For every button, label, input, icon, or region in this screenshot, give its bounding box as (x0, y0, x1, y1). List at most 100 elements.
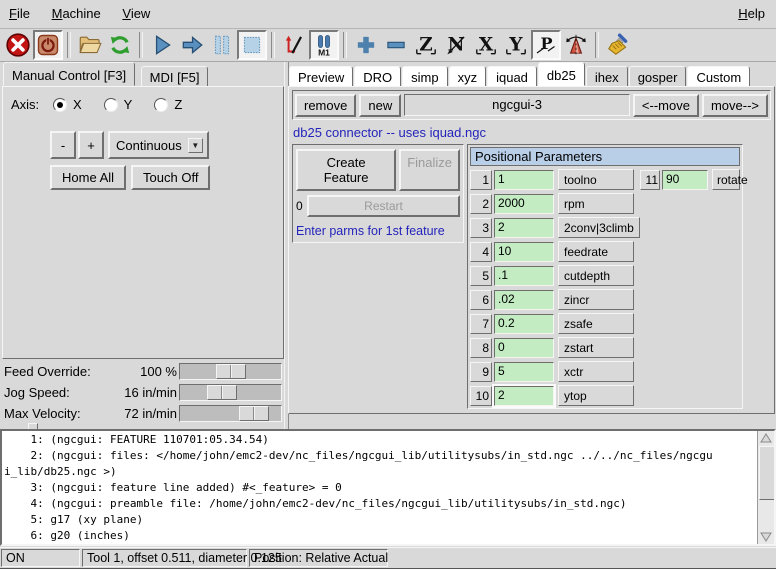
zoom-in-icon (353, 32, 379, 58)
estop-button[interactable] (3, 30, 33, 60)
view-z-rotated-button[interactable]: N (441, 30, 471, 60)
feed-override-slider[interactable] (179, 363, 282, 380)
machine-power-button[interactable] (33, 30, 63, 60)
axis-label: Axis: (11, 97, 53, 112)
param-entry[interactable]: 1 (494, 170, 554, 190)
jog-plus-button[interactable]: + (78, 131, 104, 159)
menu-help[interactable]: Help (729, 0, 774, 27)
zoom-out-button[interactable] (381, 30, 411, 60)
view-x-button[interactable]: X (471, 30, 501, 60)
view-z-button[interactable]: Z (411, 30, 441, 60)
param-entry[interactable]: 2 (494, 218, 554, 238)
view-p-button[interactable]: P (531, 30, 561, 60)
param-row: 7 0.2 zsafe (470, 313, 740, 334)
rotate-view-button[interactable] (561, 30, 591, 60)
restart-button[interactable]: Restart (307, 195, 460, 217)
axis-radio-z[interactable]: Z (154, 97, 182, 112)
ngcgui-pane: remove new ngcgui-3 <--move move--> db25… (288, 86, 775, 414)
param-entry[interactable]: 5 (494, 362, 554, 382)
menu-file[interactable]: File (0, 0, 39, 27)
tab-custom[interactable]: Custom (687, 66, 750, 88)
tab-ihex[interactable]: ihex (586, 66, 628, 88)
max-velocity-value: 72 in/min (95, 406, 177, 421)
manual-control-pane: Axis: X Y Z - + (2, 86, 284, 359)
touch-off-button[interactable]: Touch Off (131, 165, 210, 190)
jog-minus-button[interactable]: - (50, 131, 76, 159)
finalize-button[interactable]: Finalize (399, 149, 460, 191)
max-velocity-slider-thumb[interactable] (239, 406, 269, 421)
axis-radio-x[interactable]: X (53, 97, 82, 112)
param-entry[interactable]: 0.2 (494, 314, 554, 334)
message-log[interactable]: 1: (ngcgui: FEATURE 110701:05.34.54) 2: … (0, 429, 776, 546)
console-scrollbar-thumb[interactable] (759, 446, 775, 500)
tab-preview[interactable]: Preview (289, 66, 353, 88)
estop-icon (5, 32, 31, 58)
open-file-button[interactable] (75, 30, 105, 60)
max-velocity-slider[interactable] (179, 405, 282, 422)
param-entry[interactable]: .02 (494, 290, 554, 310)
move-right-button[interactable]: move--> (702, 94, 768, 117)
right-panel: PreviewDROsimpxyziquaddb25ihexgosperCust… (287, 62, 776, 429)
optional-stop-button[interactable]: M1 (309, 30, 339, 60)
view-z-rotated-icon: N (443, 32, 469, 58)
tab-xyz[interactable]: xyz (449, 66, 487, 88)
console-scrollbar[interactable] (757, 431, 774, 544)
menu-view[interactable]: View (113, 0, 159, 27)
max-velocity-label: Max Velocity: (4, 406, 81, 421)
view-z-icon: Z (413, 32, 439, 58)
rotate-view-icon (563, 32, 589, 58)
tab-manual-control[interactable]: Manual Control [F3] (3, 62, 135, 86)
optional-stop-icon: M1 (312, 33, 336, 57)
axis-y-label: Y (124, 97, 133, 112)
param-number: 6 (470, 290, 492, 310)
axis-x-label: X (73, 97, 82, 112)
param-name: zstart (558, 337, 634, 358)
axis-window: File Machine View Help (0, 0, 776, 569)
create-feature-button[interactable]: Create Feature (296, 149, 396, 191)
param-row: 1 1 toolno 11 90 rotate (470, 169, 740, 190)
param-entry[interactable]: 2 (494, 386, 554, 406)
param-entry[interactable]: 0 (494, 338, 554, 358)
tab-iquad[interactable]: iquad (487, 66, 537, 88)
home-all-button[interactable]: Home All (50, 165, 126, 190)
jog-speed-slider[interactable] (179, 384, 282, 401)
stop-button[interactable] (237, 30, 267, 60)
move-left-button[interactable]: <--move (633, 94, 699, 117)
pause-button[interactable] (207, 30, 237, 60)
tab-db25[interactable]: db25 (538, 62, 585, 86)
param-number: 10 (470, 386, 492, 406)
dropdown-arrow-icon: ▼ (188, 138, 203, 153)
zoom-in-button[interactable] (351, 30, 381, 60)
tab-gosper[interactable]: gosper (629, 66, 687, 88)
feed-override-slider-thumb[interactable] (216, 364, 246, 379)
run-button[interactable] (147, 30, 177, 60)
clear-plot-button[interactable] (603, 30, 633, 60)
view-y-button[interactable]: Y (501, 30, 531, 60)
param-entry[interactable]: 90 (662, 170, 708, 190)
left-tabbar: Manual Control [F3] MDI [F5] (0, 62, 289, 87)
tab-simp[interactable]: simp (402, 66, 447, 88)
tab-dro[interactable]: DRO (354, 66, 401, 88)
jog-mode-dropdown[interactable]: Continuous ▼ (108, 131, 209, 159)
feature-hint: Enter parms for 1st feature (296, 224, 460, 238)
block-delete-button[interactable] (279, 30, 309, 60)
menu-machine[interactable]: Machine (43, 0, 110, 27)
jog-speed-slider-thumb[interactable] (207, 385, 237, 400)
param-entry[interactable]: 10 (494, 242, 554, 262)
axis-radio-y[interactable]: Y (104, 97, 133, 112)
message-log-text: 1: (ngcgui: FEATURE 110701:05.34.54) 2: … (4, 432, 757, 544)
param-entry[interactable]: 2000 (494, 194, 554, 214)
param-entry[interactable]: .1 (494, 266, 554, 286)
tab-mdi[interactable]: MDI [F5] (141, 66, 209, 88)
scroll-down-arrow[interactable] (759, 530, 773, 544)
remove-button[interactable]: remove (295, 94, 356, 117)
new-button[interactable]: new (359, 94, 401, 117)
reload-button[interactable] (105, 30, 135, 60)
toolbar-separator (343, 32, 347, 58)
run-step-button[interactable] (177, 30, 207, 60)
reload-icon (107, 32, 133, 58)
scroll-up-arrow[interactable] (759, 431, 773, 445)
toolbar-separator (271, 32, 275, 58)
svg-text:P: P (540, 34, 552, 53)
tabname-entry[interactable]: ngcgui-3 (404, 94, 630, 116)
